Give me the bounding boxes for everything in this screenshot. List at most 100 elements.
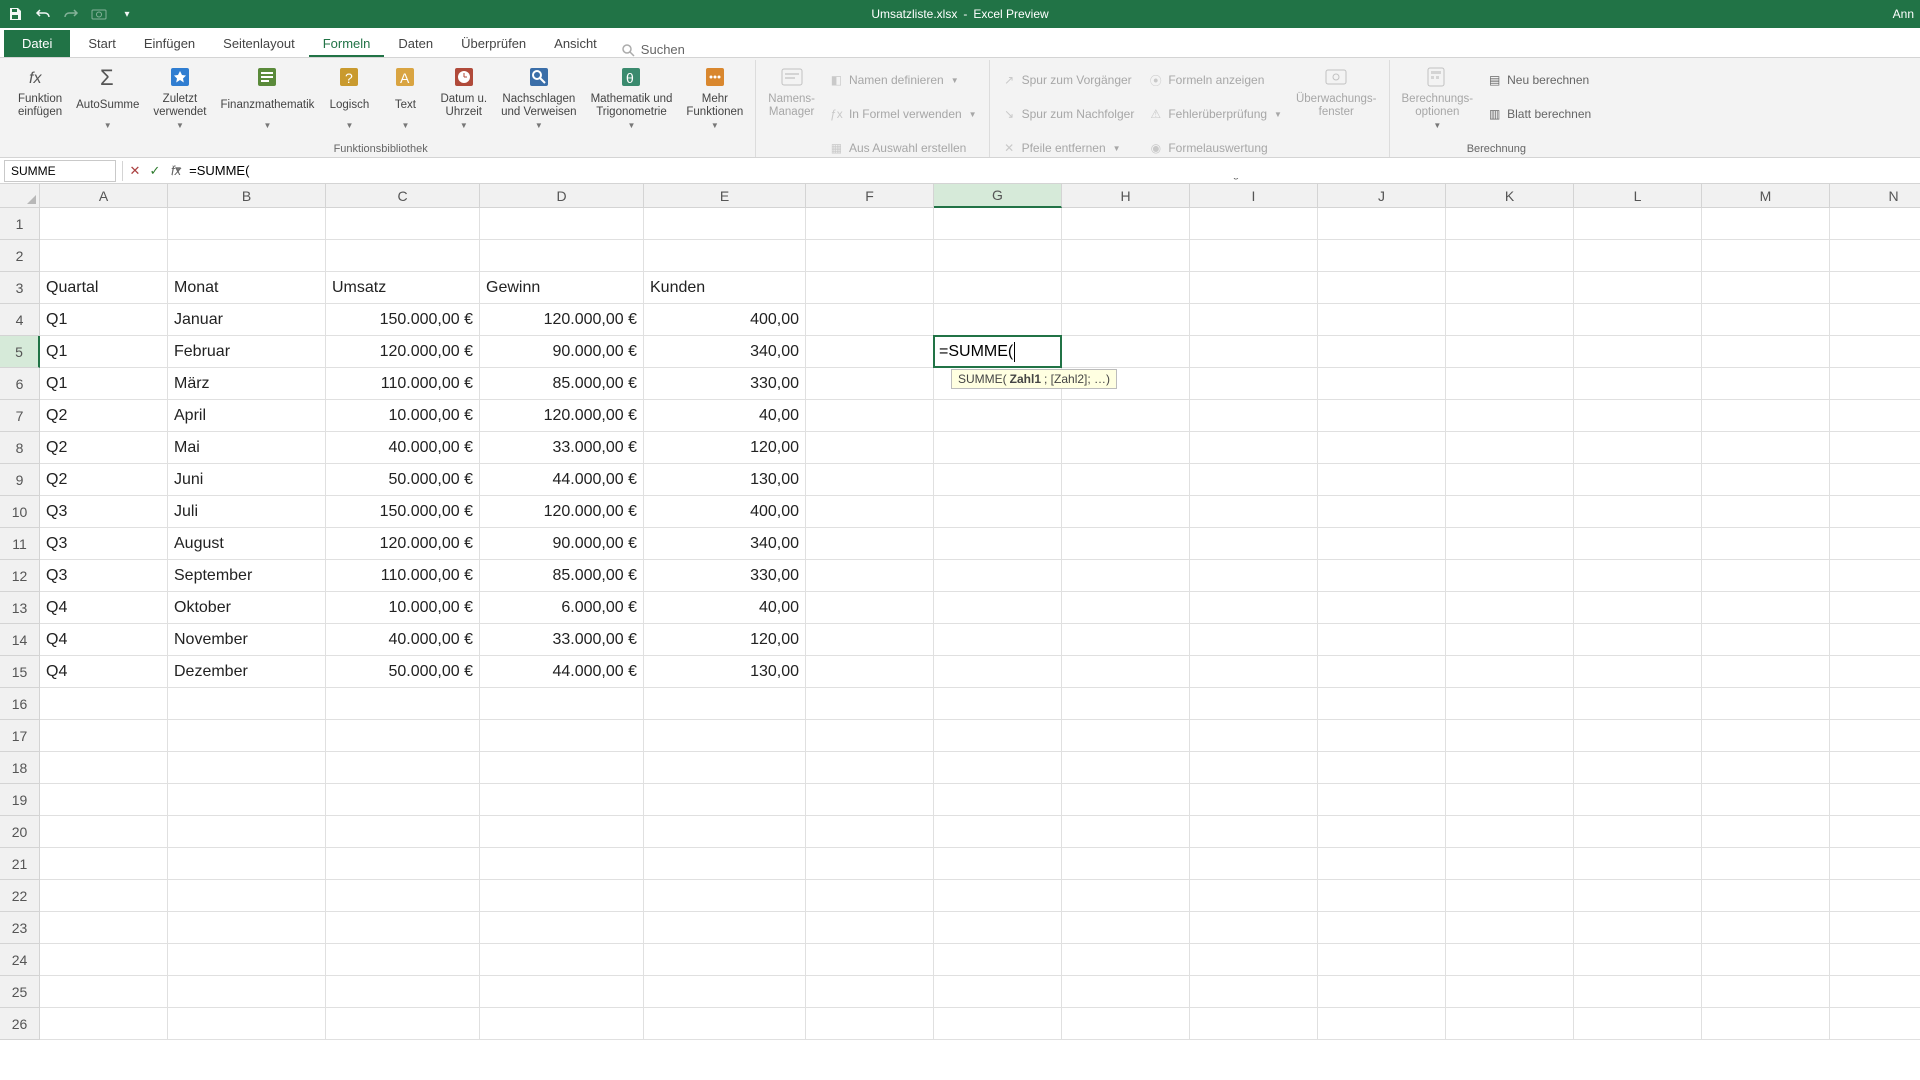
cell[interactable] [1702,624,1830,656]
cell[interactable] [1702,272,1830,304]
cell[interactable]: 85.000,00 € [480,368,644,400]
cell[interactable] [1062,944,1190,976]
cell[interactable] [326,784,480,816]
cell[interactable] [1062,496,1190,528]
cell[interactable]: 120.000,00 € [480,496,644,528]
cell[interactable] [1574,912,1702,944]
row-header[interactable]: 8 [0,432,40,464]
cell[interactable] [1702,816,1830,848]
cell[interactable] [1702,752,1830,784]
cell[interactable] [1190,1008,1318,1040]
cell[interactable] [1830,944,1920,976]
cell[interactable] [644,1008,806,1040]
cell[interactable] [1062,240,1190,272]
cell[interactable]: 50.000,00 € [326,464,480,496]
tab-view[interactable]: Ansicht [540,30,611,57]
cell[interactable] [806,880,934,912]
cell[interactable] [1830,432,1920,464]
cell[interactable]: 10.000,00 € [326,400,480,432]
cell[interactable] [644,944,806,976]
confirm-formula-button[interactable]: ✓ [145,163,165,179]
cell[interactable] [934,688,1062,720]
cell[interactable]: September [168,560,326,592]
cell[interactable] [40,944,168,976]
cell[interactable] [1830,240,1920,272]
camera-icon[interactable] [90,5,108,23]
cell[interactable] [168,976,326,1008]
cell[interactable] [168,1008,326,1040]
cell[interactable] [1446,528,1574,560]
cell[interactable]: 40,00 [644,592,806,624]
cell[interactable] [40,240,168,272]
cell[interactable] [1446,208,1574,240]
cell[interactable] [1190,880,1318,912]
cell[interactable] [1318,720,1446,752]
cell[interactable] [1702,848,1830,880]
cell[interactable] [1318,592,1446,624]
cell[interactable] [1446,592,1574,624]
cell[interactable] [1446,432,1574,464]
cell[interactable] [1446,560,1574,592]
row-header[interactable]: 24 [0,944,40,976]
cell[interactable] [1702,400,1830,432]
cell[interactable] [1318,272,1446,304]
cell[interactable] [1702,464,1830,496]
column-header[interactable]: N [1830,184,1920,208]
column-header[interactable]: J [1318,184,1446,208]
cell[interactable] [1062,560,1190,592]
cell[interactable] [1062,656,1190,688]
cell[interactable] [1830,208,1920,240]
cell[interactable] [1830,816,1920,848]
cell[interactable] [40,688,168,720]
cell[interactable] [1062,752,1190,784]
cell[interactable] [934,624,1062,656]
cell[interactable] [1190,816,1318,848]
cell[interactable] [1830,720,1920,752]
cell[interactable] [806,784,934,816]
cell[interactable] [168,880,326,912]
column-header[interactable]: H [1062,184,1190,208]
cell[interactable] [644,848,806,880]
cell[interactable] [1190,624,1318,656]
trace-precedents-button[interactable]: ↗Spur zum Vorgänger [1002,64,1135,96]
cell[interactable] [1446,816,1574,848]
cell[interactable] [934,464,1062,496]
cell[interactable] [1702,912,1830,944]
cell[interactable] [934,816,1062,848]
cell[interactable] [1830,912,1920,944]
cell[interactable] [40,1008,168,1040]
column-header[interactable]: A [40,184,168,208]
cell[interactable] [1574,656,1702,688]
cell[interactable]: April [168,400,326,432]
cell[interactable] [1318,528,1446,560]
cell[interactable] [1830,528,1920,560]
cell[interactable] [1318,400,1446,432]
cell[interactable] [480,240,644,272]
cell[interactable]: 6.000,00 € [480,592,644,624]
column-header[interactable]: M [1702,184,1830,208]
cell[interactable] [1062,432,1190,464]
cell[interactable]: Februar [168,336,326,368]
cell[interactable] [1318,880,1446,912]
cell[interactable] [644,816,806,848]
cell[interactable] [1318,656,1446,688]
cell[interactable] [1062,688,1190,720]
cell[interactable] [1574,368,1702,400]
cell[interactable] [40,912,168,944]
cell[interactable] [1446,880,1574,912]
cell[interactable] [168,720,326,752]
cell[interactable] [1446,368,1574,400]
cell[interactable]: 33.000,00 € [480,432,644,464]
row-header[interactable]: 2 [0,240,40,272]
cell[interactable]: 150.000,00 € [326,496,480,528]
define-name-button[interactable]: ◧Namen definieren▼ [829,64,977,96]
cell[interactable]: Quartal [40,272,168,304]
cell[interactable] [480,848,644,880]
cancel-formula-button[interactable]: ✕ [125,163,145,179]
cell[interactable] [1446,944,1574,976]
cell[interactable] [168,208,326,240]
calculate-now-button[interactable]: ▤Neu berechnen [1487,64,1591,96]
evaluate-formula-button[interactable]: ◉Formelauswertung [1148,132,1282,164]
cell[interactable] [1318,688,1446,720]
cell[interactable] [934,496,1062,528]
